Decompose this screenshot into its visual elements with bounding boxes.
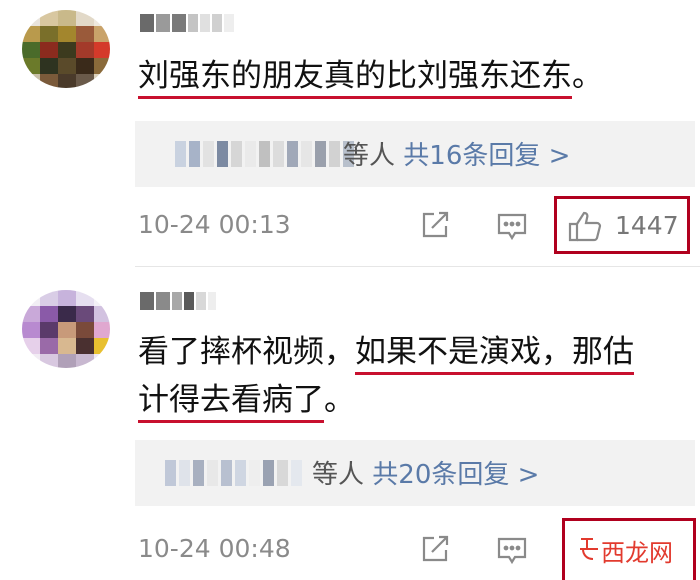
reply-users-suffix: 等人 [343,141,396,171]
reply-summary[interactable]: 等人 共20条回复 > [135,440,695,506]
share-icon [422,535,449,562]
comment-text-underlined: 计得去看病了 [138,382,324,423]
thumbs-up-icon [568,211,602,242]
username-blurred[interactable] [140,290,216,312]
reply-count-link[interactable]: 共20条回复 > [372,460,539,490]
comment-text-tail: 。 [572,58,603,94]
reply-users-suffix: 等人 [312,460,365,490]
comment-button[interactable] [496,536,528,570]
comment-item: 看了摔杯视频，如果不是演戏，那估 计得去看病了。 等人 共20条回复 > 10-… [0,270,700,580]
comment-line-1: 看了摔杯视频，如果不是演戏，那估 [138,328,634,376]
reply-users-blurred [175,141,354,167]
comment-timestamp: 10-24 00:13 [138,210,291,239]
reply-summary[interactable]: 等人 共16条回复 > [135,121,695,187]
avatar[interactable] [22,290,110,368]
comment-timestamp: 10-24 00:48 [138,534,291,563]
avatar[interactable] [22,10,110,88]
comment-item: 刘强东的朋友真的比刘强东还东。 等人 共16条回复 > 10-24 00:13 … [0,0,700,270]
comment-text-underlined: 如果不是演戏，那估 [355,334,634,375]
share-button[interactable] [420,210,450,244]
reply-users-blurred [165,460,302,486]
share-icon [422,211,449,238]
comment-text-tail: 。 [324,382,355,418]
watermark-text: 西龙网 [601,539,673,567]
comment-icon [497,537,527,565]
watermark-logo-icon [580,538,598,560]
comment-text-underlined: 刘强东的朋友真的比刘强东还东 [138,58,572,99]
comment-text: 看了摔杯视频，如果不是演戏，那估 计得去看病了。 [138,328,634,424]
like-button[interactable]: 西龙网 [562,518,696,580]
divider [135,266,700,267]
comment-text: 刘强东的朋友真的比刘强东还东。 [138,52,603,100]
reply-summary-text[interactable]: 等人 共16条回复 > [343,135,570,172]
comment-text-plain: 看了摔杯视频， [138,334,355,370]
like-count: 1447 [615,211,679,240]
reply-summary-text[interactable]: 等人 共20条回复 > [312,454,539,491]
share-button[interactable] [420,534,450,568]
reply-count-link[interactable]: 共16条回复 > [403,141,570,171]
like-button[interactable]: 1447 [554,196,690,254]
comment-icon [497,213,527,241]
username-blurred[interactable] [140,12,234,34]
comment-line-2: 计得去看病了。 [138,376,634,424]
comment-button[interactable] [496,212,528,246]
